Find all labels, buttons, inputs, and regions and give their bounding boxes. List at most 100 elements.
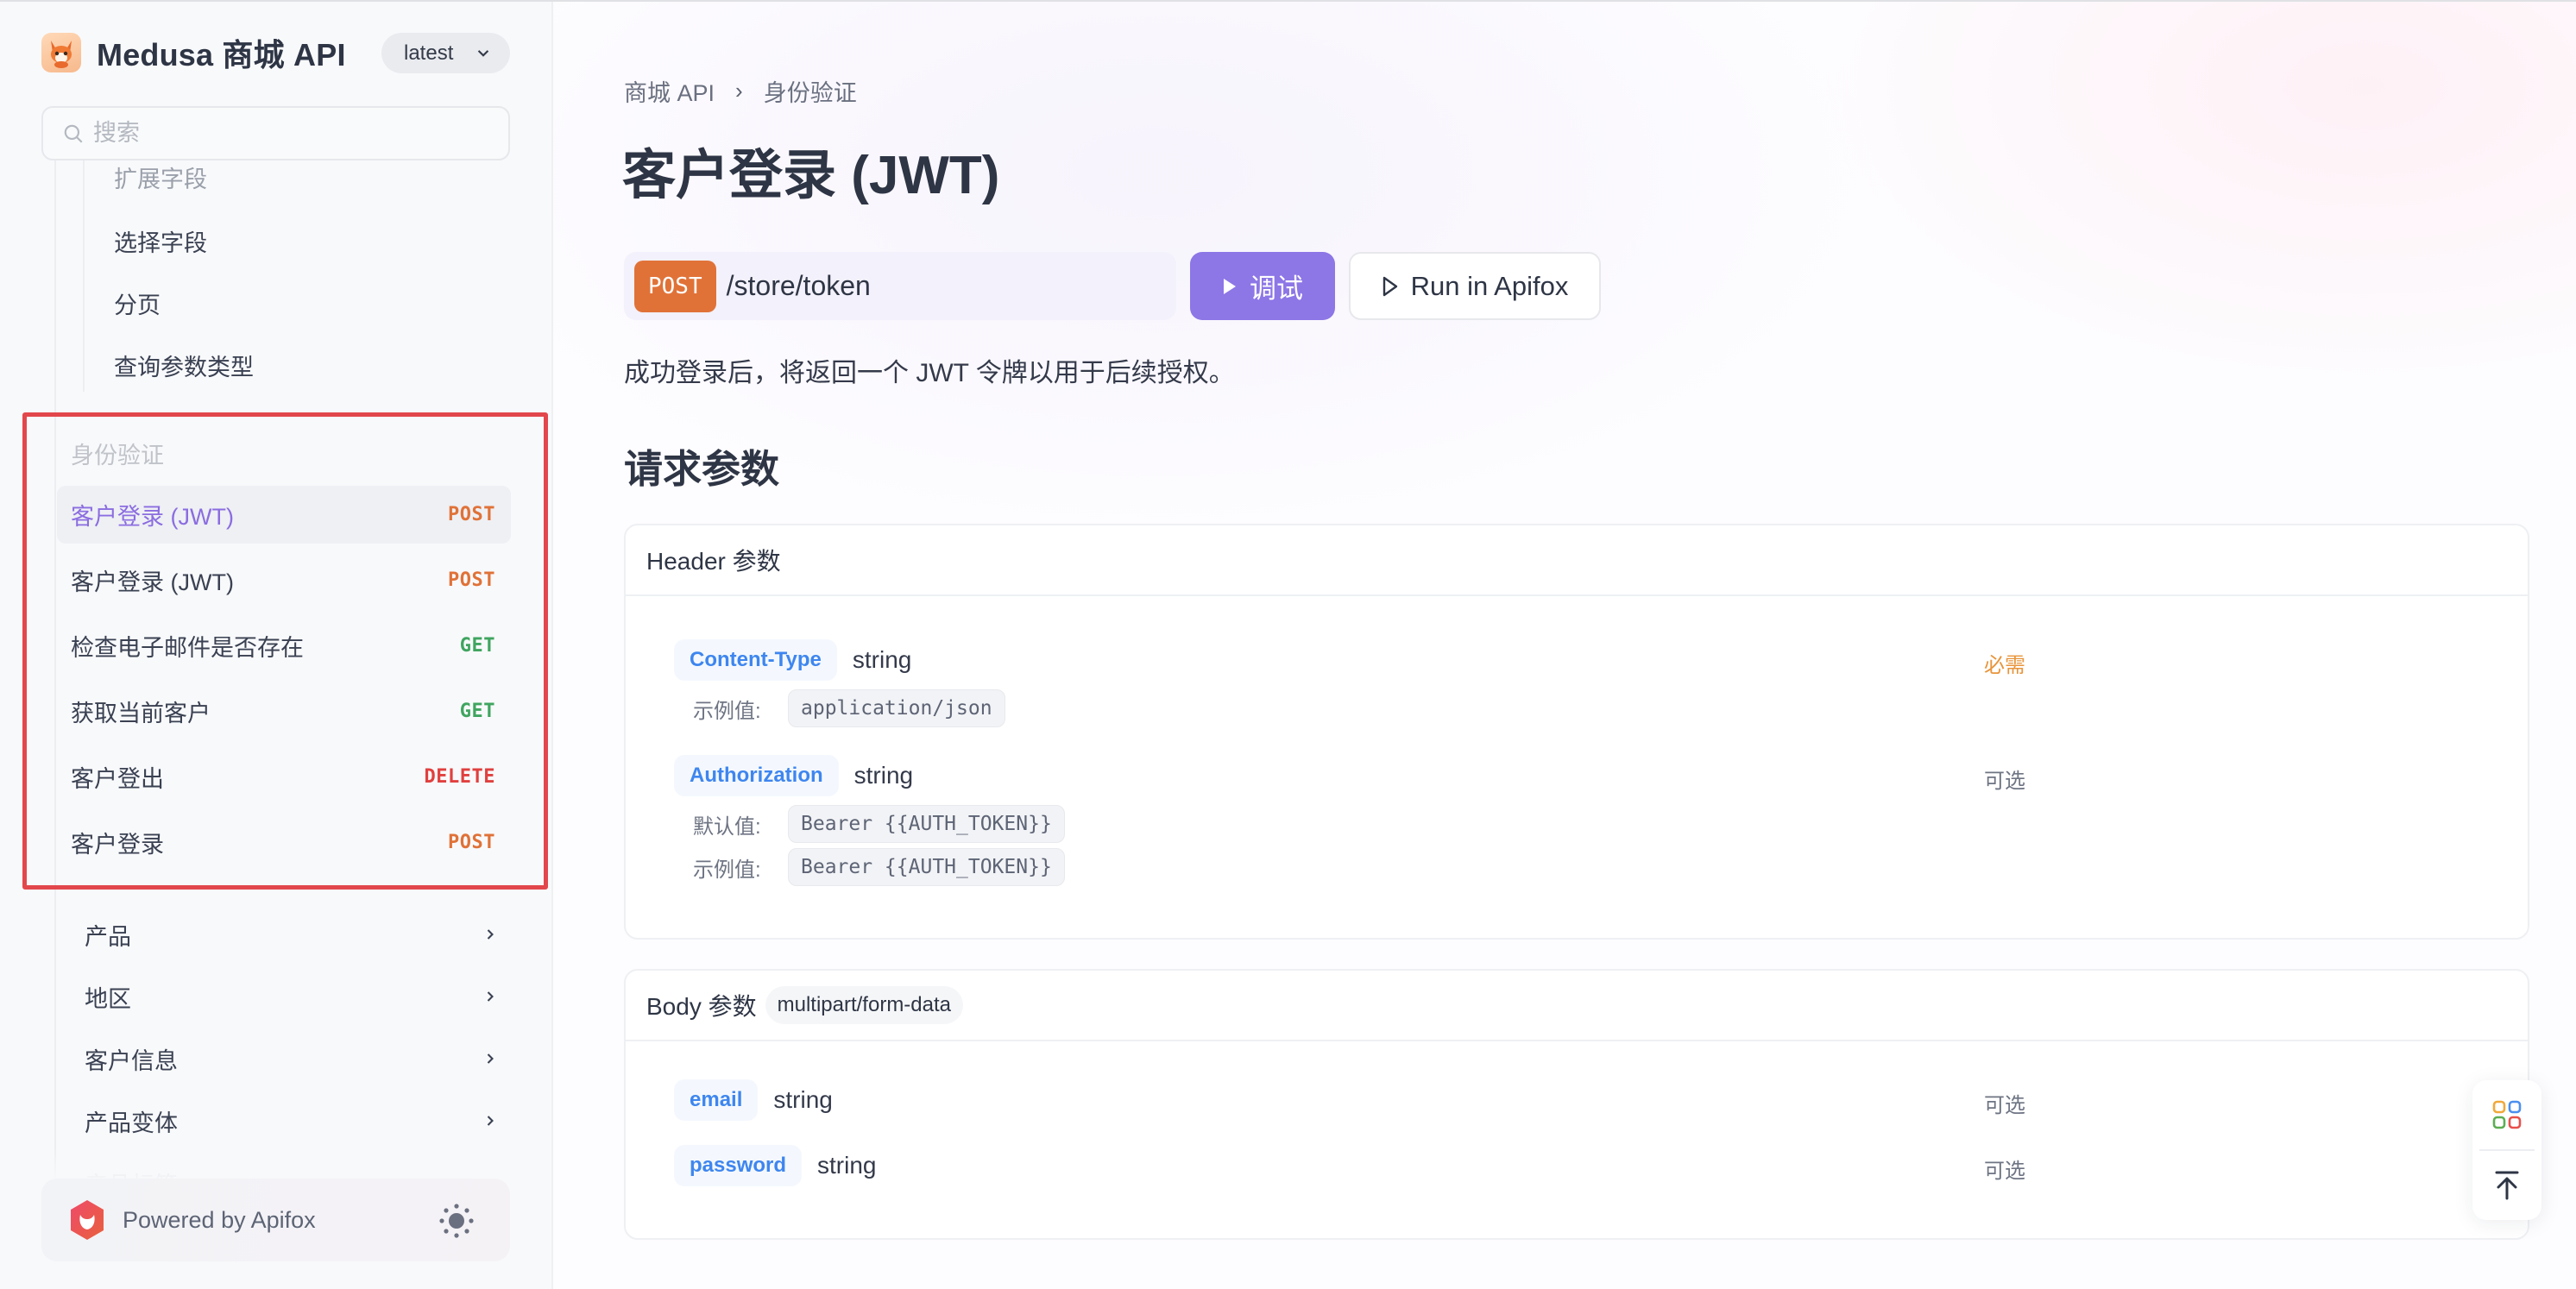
sidebar-api-item[interactable]: 客户登录 POST bbox=[57, 814, 511, 871]
api-item-label: 客户登录 (JWT) bbox=[71, 569, 234, 595]
param-name: Content-Type bbox=[674, 639, 837, 681]
sidebar: Medusa 商城 API latest 扩展字段 选择字段 分页 查询参数类型… bbox=[0, 0, 553, 1289]
folder-label: 产品变体 bbox=[85, 1110, 178, 1136]
sidebar-api-item[interactable]: 获取当前客户 GET bbox=[57, 682, 511, 740]
example-label: 示例值: bbox=[693, 699, 761, 723]
param-type: string bbox=[817, 1152, 877, 1179]
fox-logo-icon bbox=[41, 33, 81, 72]
breadcrumb-item-store-api[interactable]: 商城 API bbox=[624, 74, 715, 108]
param-row-authorization: Authorization string bbox=[674, 755, 913, 796]
search-input[interactable] bbox=[93, 120, 490, 147]
sidebar-scroll-fade bbox=[0, 1148, 551, 1182]
request-params-heading: 请求参数 bbox=[624, 447, 780, 491]
body-params-title: Body 参数 multipart/form-data bbox=[626, 971, 2528, 1041]
breadcrumb-item-auth[interactable]: 身份验证 bbox=[764, 74, 857, 108]
play-icon bbox=[1224, 278, 1236, 294]
sidebar-api-item[interactable]: 检查电子邮件是否存在 GET bbox=[57, 617, 511, 675]
floating-toolbar bbox=[2472, 1080, 2541, 1220]
optional-badge: 可选 bbox=[1984, 1160, 2025, 1183]
method-badge: DELETE bbox=[424, 766, 495, 788]
sidebar-folder-customer-info[interactable]: 客户信息 bbox=[85, 1037, 499, 1080]
param-default: 默认值: Bearer {{AUTH_TOKEN}} bbox=[693, 805, 1065, 843]
method-badge: GET bbox=[459, 635, 495, 657]
method-badge: POST bbox=[448, 569, 495, 591]
tree-guide-line bbox=[54, 160, 56, 1179]
api-item-label: 检查电子邮件是否存在 bbox=[71, 635, 304, 661]
run-in-apifox-button[interactable]: Run in Apifox bbox=[1349, 252, 1601, 320]
param-type: string bbox=[853, 762, 914, 789]
debug-button-label: 调试 bbox=[1250, 274, 1303, 304]
theme-toggle-sun-icon[interactable] bbox=[438, 1202, 476, 1240]
folder-label: 客户信息 bbox=[85, 1047, 178, 1074]
sidebar-item-query-param-types[interactable]: 查询参数类型 bbox=[114, 349, 254, 382]
sidebar-folder-product-variants[interactable]: 产品变体 bbox=[85, 1099, 499, 1142]
main-content: 商城 API › 身份验证 客户登录 (JWT) POST /store/tok… bbox=[553, 0, 2576, 1289]
search-box[interactable] bbox=[41, 106, 510, 160]
content-type-badge: multipart/form-data bbox=[765, 986, 964, 1024]
param-name: Authorization bbox=[674, 755, 839, 796]
method-badge: POST bbox=[448, 832, 495, 853]
sidebar-item-pagination[interactable]: 分页 bbox=[114, 286, 161, 320]
param-type: string bbox=[773, 1086, 833, 1113]
param-name: password bbox=[674, 1145, 803, 1186]
chevron-down-icon bbox=[477, 50, 489, 57]
folder-label: 地区 bbox=[85, 985, 131, 1012]
example-value: application/json bbox=[788, 689, 1005, 727]
api-item-label: 客户登录 bbox=[71, 832, 164, 858]
app-title: Medusa 商城 API bbox=[97, 37, 346, 72]
sidebar-folder-regions[interactable]: 地区 bbox=[85, 975, 499, 1018]
breadcrumb-separator-icon: › bbox=[735, 78, 743, 104]
sidebar-item-select-fields[interactable]: 选择字段 bbox=[114, 224, 207, 258]
api-item-label: 获取当前客户 bbox=[71, 701, 211, 726]
method-badge: POST bbox=[634, 260, 716, 312]
header-params-card: Header 参数 Content-Type string 必需 示例值: ap… bbox=[624, 524, 2529, 940]
header-params-title: Header 参数 bbox=[626, 525, 2528, 596]
param-type: string bbox=[852, 646, 912, 673]
api-item-label: 客户登录 (JWT) bbox=[71, 504, 234, 530]
example-value: Bearer {{AUTH_TOKEN}} bbox=[788, 848, 1065, 886]
run-button-label: Run in Apifox bbox=[1410, 270, 1569, 301]
param-example: 示例值: Bearer {{AUTH_TOKEN}} bbox=[693, 848, 1065, 886]
search-icon bbox=[64, 124, 83, 143]
sidebar-api-item[interactable]: 客户登录 (JWT) POST bbox=[57, 551, 511, 609]
folder-label: 产品 bbox=[85, 923, 131, 950]
sidebar-folder-products[interactable]: 产品 bbox=[85, 913, 499, 956]
version-label: latest bbox=[404, 41, 454, 65]
sidebar-item-extend-fields[interactable]: 扩展字段 bbox=[114, 160, 207, 194]
card-title: Body 参数 bbox=[646, 993, 757, 1020]
tree-guide-line-nested bbox=[83, 160, 85, 392]
sidebar-group-auth: 身份验证 bbox=[71, 443, 164, 468]
param-row-email: email string bbox=[674, 1079, 833, 1121]
chevron-right-icon bbox=[487, 1116, 494, 1126]
default-value: Bearer {{AUTH_TOKEN}} bbox=[788, 805, 1065, 843]
debug-button[interactable]: 调试 bbox=[1190, 252, 1335, 320]
back-to-top-button[interactable] bbox=[2472, 1151, 2541, 1220]
breadcrumb: 商城 API › 身份验证 bbox=[624, 74, 857, 108]
param-row-content-type: Content-Type string bbox=[674, 639, 911, 681]
sidebar-api-item[interactable]: 客户登录 (JWT) POST bbox=[57, 486, 511, 544]
method-badge: POST bbox=[448, 504, 495, 525]
body-params-card: Body 参数 multipart/form-data email string… bbox=[624, 969, 2529, 1240]
apps-button[interactable] bbox=[2472, 1080, 2541, 1149]
example-label: 示例值: bbox=[693, 858, 761, 882]
apifox-logo-icon bbox=[71, 1200, 104, 1240]
param-row-password: password string bbox=[674, 1145, 877, 1186]
powered-by-label[interactable]: Powered by Apifox bbox=[123, 1207, 316, 1234]
window-top-border bbox=[0, 0, 2576, 2]
api-item-label: 客户登出 bbox=[71, 766, 164, 792]
version-select[interactable]: latest bbox=[381, 33, 510, 73]
apps-grid-icon bbox=[2492, 1100, 2522, 1129]
required-badge: 必需 bbox=[1984, 654, 2025, 677]
chevron-right-icon bbox=[487, 1053, 494, 1064]
default-label: 默认值: bbox=[693, 814, 761, 839]
endpoint-bar: POST /store/token bbox=[624, 252, 1176, 320]
chevron-right-icon bbox=[487, 991, 494, 1002]
sidebar-api-item[interactable]: 客户登出 DELETE bbox=[57, 748, 511, 806]
endpoint-description: 成功登录后，将返回一个 JWT 令牌以用于后续授权。 bbox=[624, 359, 1235, 387]
chevron-right-icon bbox=[487, 929, 494, 940]
endpoint-path: /store/token bbox=[726, 270, 871, 301]
method-badge: GET bbox=[459, 701, 495, 722]
sidebar-footer: Powered by Apifox bbox=[41, 1179, 510, 1261]
brand[interactable]: Medusa 商城 API bbox=[41, 33, 346, 72]
param-name: email bbox=[674, 1079, 759, 1121]
